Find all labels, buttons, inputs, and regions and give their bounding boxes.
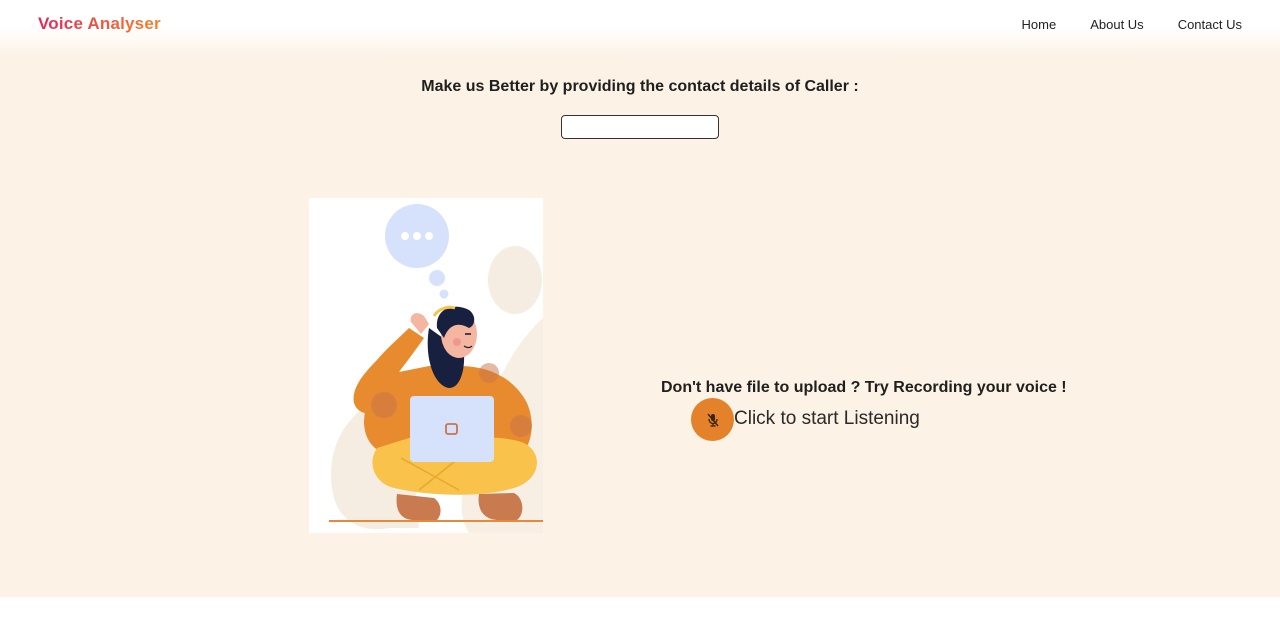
navbar: Voice Analyser Home About Us Contact Us	[0, 0, 1280, 52]
mic-off-icon	[706, 413, 719, 427]
start-listening-button[interactable]	[691, 398, 734, 441]
nav-link-contact-us[interactable]: Contact Us	[1178, 17, 1242, 32]
laptop-icon	[410, 396, 494, 462]
nav-links: Home About Us Contact Us	[1022, 17, 1242, 32]
nav-link-about-us[interactable]: About Us	[1090, 17, 1143, 32]
nav-link-home[interactable]: Home	[1022, 17, 1057, 32]
illustration-svg	[329, 204, 543, 533]
sweater-spot	[371, 392, 397, 418]
dot	[401, 232, 409, 240]
dot	[413, 232, 421, 240]
left-foot	[396, 494, 441, 520]
caller-contact-input[interactable]	[561, 115, 719, 139]
thinking-person-illustration	[309, 198, 543, 533]
start-listening-label[interactable]: Click to start Listening	[734, 408, 920, 430]
brand-logo[interactable]: Voice Analyser	[38, 14, 161, 34]
contact-details-heading: Make us Better by providing the contact …	[421, 78, 859, 95]
blob-shape	[488, 246, 542, 314]
tiny-bubble	[439, 289, 449, 299]
cheek	[453, 338, 461, 346]
sweater-spot	[510, 415, 532, 437]
hand	[410, 313, 429, 334]
dot	[425, 232, 433, 240]
small-bubble	[429, 270, 445, 286]
record-voice-heading: Don't have file to upload ? Try Recordin…	[661, 379, 1067, 396]
sweater-spot	[479, 363, 499, 383]
